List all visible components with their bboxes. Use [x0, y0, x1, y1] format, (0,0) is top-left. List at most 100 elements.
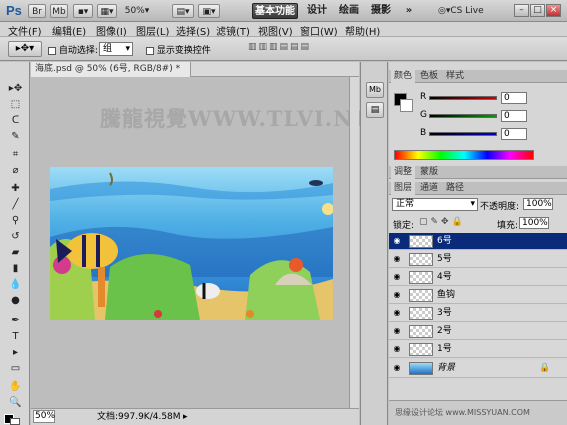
align-buttons[interactable]: ▥▥▥▤▤▤: [248, 42, 358, 56]
lasso-tool-icon[interactable]: ᑕ: [8, 114, 23, 127]
auto-select-option[interactable]: 自动选择:: [48, 43, 98, 56]
workspace-design-button[interactable]: 设计: [304, 3, 330, 19]
arrange-documents-icon[interactable]: ▤▾: [172, 4, 194, 18]
dodge-tool-icon[interactable]: ●: [8, 294, 23, 307]
move-tool-icon[interactable]: ▸✥: [8, 82, 23, 95]
layer-row[interactable]: ◉ 5号: [389, 251, 567, 268]
extras-menu-icon[interactable]: ▪▾: [73, 4, 93, 18]
color-spectrum-bar[interactable]: [394, 150, 534, 160]
channel-g-slider[interactable]: [429, 114, 497, 118]
cs-live-icon: ◎▾: [438, 6, 451, 16]
view-extras-icon[interactable]: ▦▾: [97, 4, 117, 18]
mini-bridge-panel-icon[interactable]: Mb: [366, 82, 384, 98]
history-brush-tool-icon[interactable]: ↺: [8, 230, 23, 243]
menu-layer[interactable]: 图层(L): [136, 23, 169, 38]
vertical-scrollbar[interactable]: [349, 77, 359, 408]
workspace-essentials-button[interactable]: 基本功能: [252, 3, 298, 19]
blend-mode-dropdown[interactable]: 正常 ▾: [392, 198, 478, 211]
tab-styles[interactable]: 样式: [443, 70, 467, 83]
layer-row-background[interactable]: ◉ 背景 🔒: [389, 360, 567, 378]
type-tool-icon[interactable]: T: [8, 330, 23, 343]
mini-bridge-icon[interactable]: Mb: [50, 4, 68, 18]
menu-select[interactable]: 选择(S): [176, 23, 210, 38]
gradient-tool-icon[interactable]: ▮: [8, 262, 23, 275]
zoom-status-field[interactable]: 50%: [33, 410, 55, 423]
channel-b-field[interactable]: 0: [501, 128, 527, 140]
tab-adjustments[interactable]: 调整: [391, 166, 416, 179]
menu-filter[interactable]: 滤镜(T): [216, 23, 250, 38]
lock-options[interactable]: ▢✎✥🔒: [419, 217, 466, 227]
pen-tool-icon[interactable]: ✒: [8, 314, 23, 327]
tab-layers[interactable]: 图层: [391, 182, 416, 195]
minimize-button[interactable]: –: [514, 4, 529, 17]
auto-select-dropdown[interactable]: 组 ▾: [99, 42, 133, 56]
screen-mode-icon[interactable]: ▣▾: [198, 4, 220, 18]
document-canvas-image[interactable]: [50, 167, 333, 320]
marquee-tool-icon[interactable]: ⬚: [8, 98, 23, 111]
workspace-painting-button[interactable]: 绘画: [336, 3, 362, 19]
eye-icon[interactable]: ◉: [392, 273, 402, 281]
status-menu-icon[interactable]: ▸: [183, 409, 188, 425]
document-tab[interactable]: 海底.psd @ 50% (6号, RGB/8#) * ×: [31, 62, 191, 89]
eye-icon[interactable]: ◉: [392, 291, 402, 299]
menu-file[interactable]: 文件(F): [8, 23, 42, 38]
layer-row[interactable]: ◉ 2号: [389, 323, 567, 340]
auto-select-checkbox[interactable]: [48, 46, 56, 55]
eye-icon[interactable]: ◉: [392, 327, 402, 335]
menu-window[interactable]: 窗口(W): [300, 23, 338, 38]
eye-icon[interactable]: ◉: [392, 309, 402, 317]
tab-channels[interactable]: 通道: [417, 182, 441, 195]
close-app-button[interactable]: ×: [546, 4, 561, 17]
zoom-tool-icon[interactable]: 🔍: [8, 396, 23, 409]
layer-thumbnail: [409, 307, 433, 320]
layer-row[interactable]: ◉ 鱼钩: [389, 287, 567, 304]
background-color-swatch[interactable]: [10, 418, 20, 425]
angelfish: [66, 233, 118, 269]
show-transform-option[interactable]: 显示变换控件: [146, 43, 211, 56]
channel-r-slider[interactable]: [429, 96, 497, 100]
clone-stamp-tool-icon[interactable]: ⚲: [8, 214, 23, 227]
blur-tool-icon[interactable]: 💧: [8, 278, 23, 291]
channel-b-slider[interactable]: [429, 132, 497, 136]
hand-tool-icon[interactable]: ✋: [8, 380, 23, 393]
tab-color[interactable]: 颜色: [391, 70, 416, 83]
maximize-button[interactable]: □: [530, 4, 545, 17]
path-select-tool-icon[interactable]: ▸: [8, 346, 23, 359]
fill-field[interactable]: 100%: [519, 217, 549, 229]
opacity-field[interactable]: 100%: [523, 198, 553, 210]
eye-icon[interactable]: ◉: [392, 237, 402, 245]
eye-icon[interactable]: ◉: [392, 364, 402, 372]
eyedropper-tool-icon[interactable]: ⌀: [8, 164, 23, 177]
zoom-level-dropdown[interactable]: 50%▾: [122, 4, 152, 18]
channel-g-field[interactable]: 0: [501, 110, 527, 122]
tab-paths[interactable]: 路径: [443, 182, 467, 195]
tab-swatches[interactable]: 色板: [417, 70, 441, 83]
quick-select-tool-icon[interactable]: ✎: [8, 130, 23, 143]
workspace-photography-button[interactable]: 摄影: [368, 3, 394, 19]
layer-row[interactable]: ◉ 3号: [389, 305, 567, 322]
channel-r-field[interactable]: 0: [501, 92, 527, 104]
tool-preset-picker[interactable]: ▸✥▾: [8, 41, 42, 57]
more-workspaces-icon[interactable]: »: [402, 3, 416, 19]
history-panel-icon[interactable]: ▤: [366, 102, 384, 118]
shape-tool-icon[interactable]: ▭: [8, 362, 23, 375]
bridge-icon[interactable]: Br: [28, 4, 46, 18]
menu-help[interactable]: 帮助(H): [345, 23, 380, 38]
layer-thumbnail: [409, 271, 433, 284]
healing-brush-tool-icon[interactable]: ✚: [8, 182, 23, 195]
crop-tool-icon[interactable]: ⌗: [8, 148, 23, 161]
tab-masks[interactable]: 蒙版: [417, 166, 441, 179]
eye-icon[interactable]: ◉: [392, 255, 402, 263]
cs-live-button[interactable]: ◎▾CS Live: [438, 4, 490, 18]
layer-row[interactable]: ◉ 1号: [389, 341, 567, 358]
color-background-swatch[interactable]: [400, 99, 413, 112]
layer-row[interactable]: ◉ 4号: [389, 269, 567, 286]
menu-image[interactable]: 图像(I): [96, 23, 127, 38]
brush-tool-icon[interactable]: ╱: [8, 198, 23, 211]
menu-view[interactable]: 视图(V): [258, 23, 293, 38]
eraser-tool-icon[interactable]: ▰: [8, 246, 23, 259]
menu-edit[interactable]: 编辑(E): [52, 23, 86, 38]
eye-icon[interactable]: ◉: [392, 345, 402, 353]
layer-row[interactable]: ◉ 6号: [389, 233, 567, 250]
show-transform-checkbox[interactable]: [146, 46, 154, 55]
